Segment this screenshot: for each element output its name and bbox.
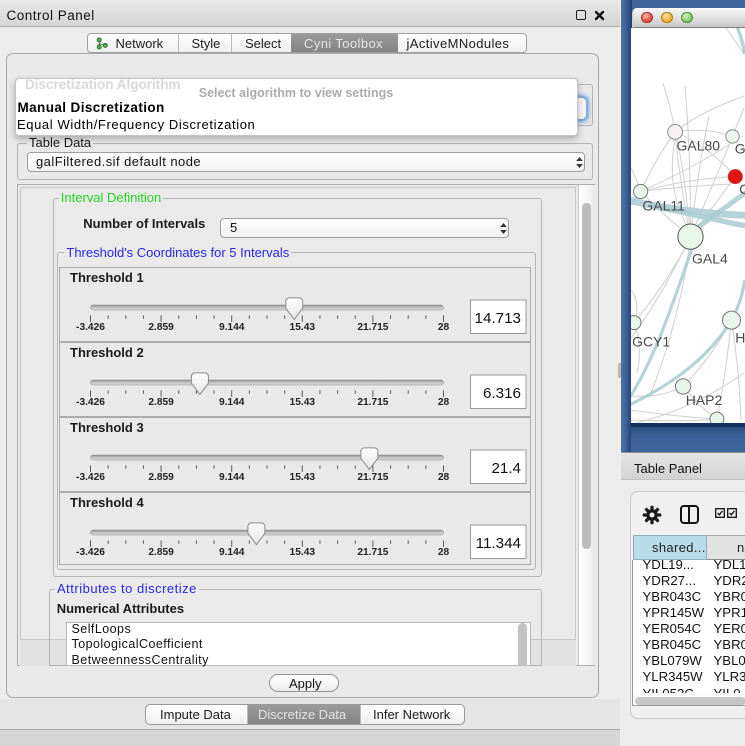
svg-text:6.316: 6.316 [483,385,521,402]
svg-text:21.715: 21.715 [357,472,388,483]
svg-text:GAL11: GAL11 [642,197,685,213]
svg-text:GAL80: GAL80 [677,137,721,153]
svg-text:-3.426: -3.426 [76,547,105,558]
svg-text:9.144: 9.144 [219,322,245,333]
svg-text:15.43: 15.43 [290,322,316,333]
svg-text:GAL4: GAL4 [692,250,728,266]
svg-text:28: 28 [438,322,450,333]
svg-text:15.43: 15.43 [290,547,316,558]
svg-text:21.4: 21.4 [491,460,521,477]
svg-text:15.43: 15.43 [290,397,316,408]
svg-text:28: 28 [438,397,450,408]
svg-text:-3.426: -3.426 [76,472,105,483]
svg-text:H: H [735,329,745,345]
svg-text:C: C [739,180,745,196]
svg-text:14.713: 14.713 [475,310,521,327]
svg-text:9.144: 9.144 [219,472,245,483]
svg-text:HAP2: HAP2 [686,392,723,408]
svg-text:11.344: 11.344 [476,535,521,552]
svg-text:GCY1: GCY1 [632,333,670,349]
svg-text:2.859: 2.859 [148,472,174,483]
svg-text:2.859: 2.859 [148,397,174,408]
svg-text:15.43: 15.43 [290,472,316,483]
svg-text:9.144: 9.144 [219,547,245,558]
svg-text:28: 28 [438,547,450,558]
svg-text:21.715: 21.715 [357,547,388,558]
svg-text:21.715: 21.715 [357,397,388,408]
svg-text:2.859: 2.859 [148,322,174,333]
svg-text:-3.426: -3.426 [76,397,105,408]
svg-text:-3.426: -3.426 [76,322,105,333]
svg-text:9.144: 9.144 [219,397,245,408]
svg-text:2.859: 2.859 [148,547,174,558]
svg-text:GA: GA [735,140,745,156]
svg-text:21.715: 21.715 [357,322,388,333]
svg-text:28: 28 [438,472,450,483]
